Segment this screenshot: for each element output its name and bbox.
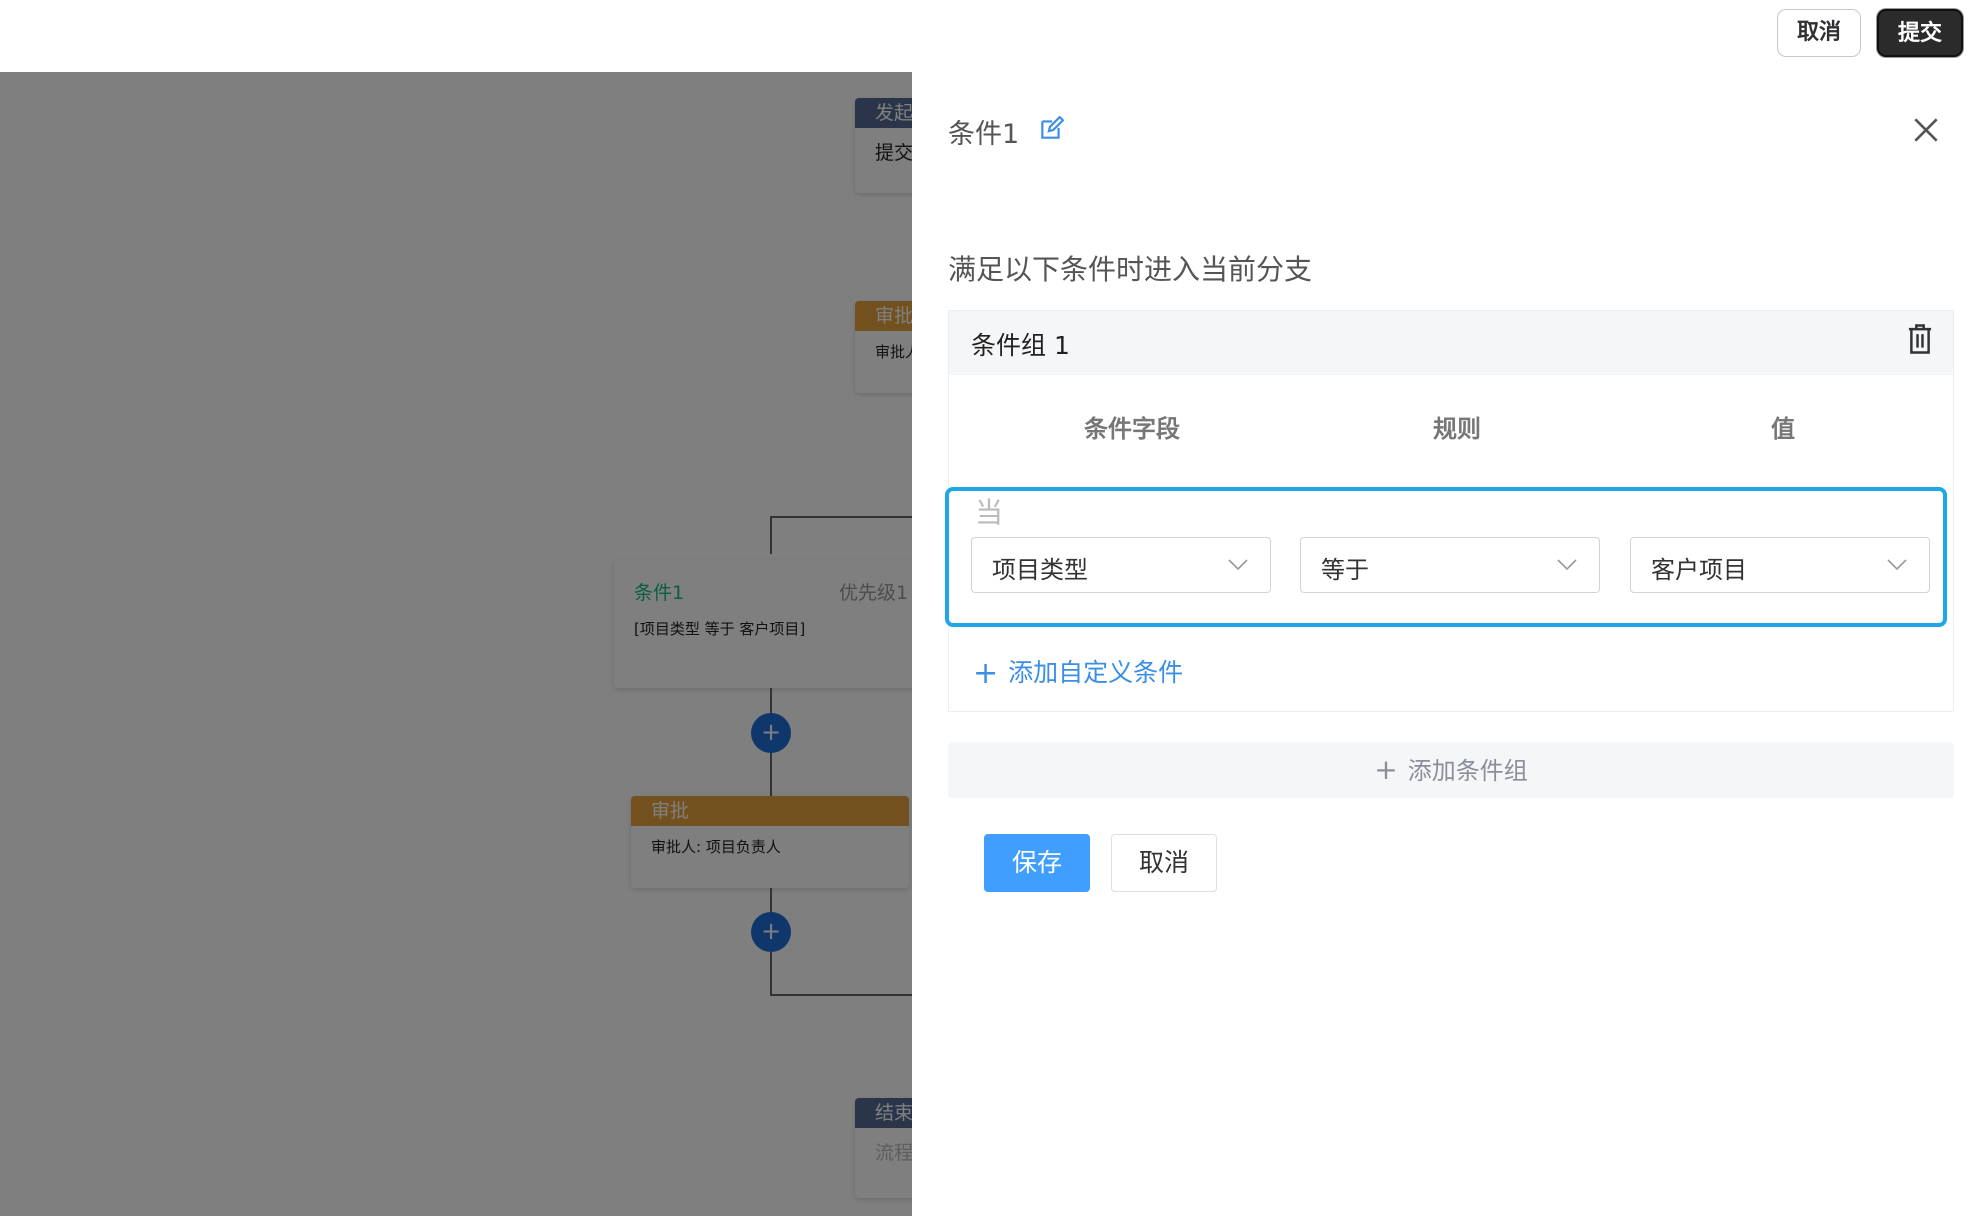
edit-icon[interactable]	[1038, 116, 1064, 142]
when-label: 当	[975, 496, 1004, 529]
chevron-down-icon	[1228, 559, 1248, 571]
field-select[interactable]: 项目类型	[971, 537, 1271, 593]
top-submit-button[interactable]: 提交	[1877, 9, 1963, 57]
value-select-value: 客户项目	[1651, 556, 1747, 584]
field-select-value: 项目类型	[992, 556, 1088, 584]
trash-icon[interactable]	[1905, 323, 1935, 355]
condition-group-header: 条件组 1	[949, 311, 1953, 375]
condition-drawer: 条件1 满足以下条件时进入当前分支 条件组 1 条件字段 规则 值 当 项目类型…	[912, 72, 1986, 1216]
rule-select[interactable]: 等于	[1300, 537, 1600, 593]
column-header-rule: 规则	[1433, 415, 1481, 443]
condition-group: 条件组 1 条件字段 规则 值 当 项目类型 等于 客户项目 + 添加自定义条件	[945, 310, 1954, 712]
add-custom-condition-label: 添加自定义条件	[1008, 658, 1184, 687]
column-header-value: 值	[1771, 415, 1795, 443]
value-select[interactable]: 客户项目	[1630, 537, 1930, 593]
top-cancel-button[interactable]: 取消	[1777, 9, 1861, 57]
drawer-subtitle: 满足以下条件时进入当前分支	[948, 253, 1313, 286]
chevron-down-icon	[1557, 559, 1577, 571]
add-condition-group-button[interactable]: + 添加条件组	[948, 742, 1954, 798]
add-condition-group-label: 添加条件组	[1407, 757, 1528, 785]
column-header-field: 条件字段	[1084, 415, 1180, 443]
plus-icon: +	[973, 656, 999, 691]
add-custom-condition-button[interactable]: + 添加自定义条件	[973, 653, 1183, 691]
cancel-button[interactable]: 取消	[1111, 834, 1217, 892]
save-button[interactable]: 保存	[984, 834, 1090, 892]
chevron-down-icon	[1887, 559, 1907, 571]
drawer-title: 条件1	[948, 119, 1020, 150]
plus-icon: +	[1374, 753, 1398, 786]
condition-row: 当 项目类型 等于 客户项目	[945, 487, 1947, 627]
top-bar: 取消 提交	[0, 0, 1986, 72]
modal-overlay[interactable]	[0, 72, 912, 1216]
condition-group-title: 条件组 1	[971, 331, 1070, 360]
close-icon[interactable]	[1910, 114, 1942, 146]
rule-select-value: 等于	[1321, 556, 1369, 584]
